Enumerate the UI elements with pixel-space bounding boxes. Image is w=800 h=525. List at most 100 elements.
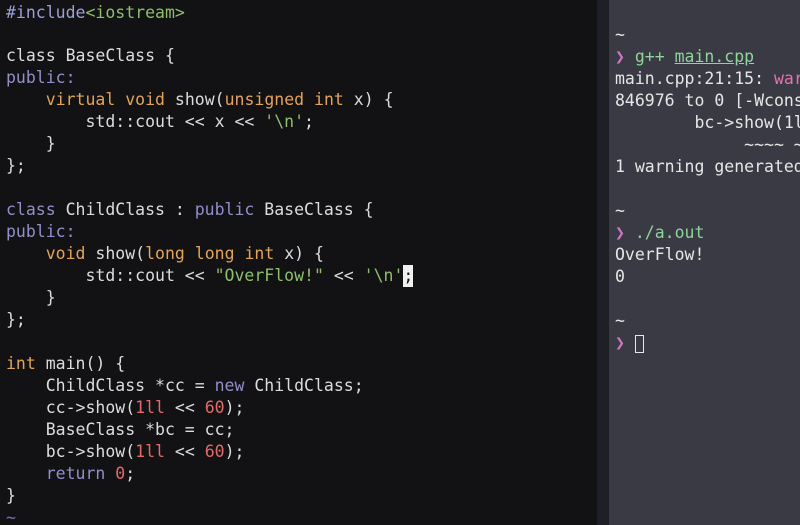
code-line-23: }: [6, 485, 16, 507]
terminal-output-line: 0: [615, 267, 625, 286]
prompt-icon: ❯: [615, 47, 625, 66]
code-text: }: [6, 134, 56, 153]
code-line-13: std::cout << "OverFlow!" << '\n';: [6, 265, 414, 287]
code-text: <<: [164, 398, 205, 417]
keyword-void: void: [45, 244, 86, 263]
keyword-virtual: virtual: [45, 90, 116, 109]
code-line-17: int main() {: [6, 353, 125, 375]
string-literal: '\n': [363, 266, 404, 285]
string-literal: '\n': [264, 112, 305, 131]
code-text: };: [6, 310, 26, 329]
code-line-8: };: [6, 155, 26, 177]
text-cursor: ;: [403, 265, 414, 287]
code-text: ChildClass;: [244, 376, 364, 395]
number-literal: 60: [204, 442, 225, 461]
code-line-3: class BaseClass {: [6, 45, 175, 67]
code-line-10: class ChildClass : public BaseClass {: [6, 199, 374, 221]
keyword-int: int: [244, 244, 275, 263]
terminal-cwd: ~: [615, 311, 625, 330]
function-name: show(: [164, 90, 225, 109]
terminal-output-line: 1 warning generated.: [615, 157, 800, 176]
empty-line-marker: ~: [6, 508, 16, 525]
warning-location: main.cpp:21:15:: [615, 69, 774, 88]
include-directive: #include: [6, 3, 86, 22]
keyword-unsigned: unsigned: [224, 90, 305, 109]
code-line-18: ChildClass *cc = new ChildClass;: [6, 375, 364, 397]
number-literal: 1ll: [135, 398, 165, 417]
pane-divider[interactable]: [597, 0, 609, 525]
code-text: <<: [164, 442, 205, 461]
access-specifier: public:: [6, 222, 76, 241]
code-line-19: cc->show(1ll << 60);: [6, 397, 245, 419]
terminal-output-line: 846976 to 0 [-Wconst: [615, 91, 800, 110]
command-text: g++: [624, 47, 675, 66]
keyword-class: class: [6, 200, 56, 219]
terminal-command-line: ❯ ./a.out: [615, 222, 704, 244]
code-line-21: bc->show(1ll << 60);: [6, 441, 245, 463]
keyword-long: long: [145, 244, 185, 263]
code-text: x) {: [274, 244, 324, 263]
code-text: bc->show(: [6, 442, 136, 461]
number-literal: 0: [115, 464, 126, 483]
keyword-return: return: [45, 464, 106, 483]
code-line-1: #include<iostream>: [6, 2, 185, 24]
code-editor-pane[interactable]: #include<iostream> class BaseClass { pub…: [0, 0, 597, 525]
code-text: }: [6, 486, 16, 505]
code-line-14: }: [6, 287, 56, 309]
terminal-command-line: ❯ g++ main.cpp: [615, 46, 754, 68]
function-name: show(: [85, 244, 146, 263]
string-literal: "OverFlow!": [214, 266, 324, 285]
warning-label: warn: [773, 69, 800, 88]
code-text: BaseClass *bc = cc;: [6, 420, 235, 439]
code-text: ChildClass *cc =: [6, 376, 215, 395]
code-text: }: [6, 288, 56, 307]
number-literal: 1ll: [135, 442, 165, 461]
terminal-input-line[interactable]: ❯: [615, 332, 644, 354]
keyword-void: void: [125, 90, 165, 109]
code-text: };: [6, 156, 26, 175]
code-text: );: [224, 442, 245, 461]
code-text: std::cout <<: [6, 266, 215, 285]
code-text: x) {: [343, 90, 394, 109]
code-text: ;: [125, 464, 136, 483]
prompt-icon: ❯: [615, 223, 625, 242]
code-line-15: };: [6, 309, 26, 331]
terminal-output-line: OverFlow!: [615, 245, 705, 264]
code-text: <<: [323, 266, 364, 285]
code-text: std::cout << x <<: [6, 112, 265, 131]
code-text: );: [224, 398, 245, 417]
command-text: ./a.out: [624, 223, 705, 242]
code-line-4: public:: [6, 67, 76, 89]
terminal-cursor[interactable]: [634, 334, 644, 353]
terminal-output-line: main.cpp:21:15: warn: [615, 68, 800, 90]
code-line-7: }: [6, 133, 56, 155]
code-line-11: public:: [6, 221, 76, 243]
keyword-long: long: [194, 244, 235, 263]
include-header: <iostream>: [85, 3, 185, 22]
code-line-20: BaseClass *bc = cc;: [6, 419, 235, 441]
terminal-pane[interactable]: ~ ❯ g++ main.cpp main.cpp:21:15: warn 84…: [609, 0, 800, 525]
command-file-arg: main.cpp: [674, 47, 755, 66]
code-line-22: return 0;: [6, 463, 135, 485]
class-name: ChildClass :: [55, 200, 195, 219]
keyword-int: int: [6, 354, 36, 373]
code-line-6: std::cout << x << '\n';: [6, 111, 314, 133]
code-text: ;: [304, 112, 314, 131]
code-text: cc->show(: [6, 398, 136, 417]
keyword-int: int: [314, 90, 344, 109]
code-line-5: virtual void show(unsigned int x) {: [6, 89, 394, 111]
code-text: class BaseClass {: [6, 46, 175, 65]
keyword-new: new: [214, 376, 245, 395]
warning-underline-marker: ~~~~ ~~~: [744, 135, 800, 154]
prompt-icon: ❯: [615, 333, 625, 352]
terminal-cwd: ~: [615, 25, 625, 44]
terminal-cwd: ~: [615, 201, 625, 220]
keyword-public: public: [194, 200, 255, 219]
